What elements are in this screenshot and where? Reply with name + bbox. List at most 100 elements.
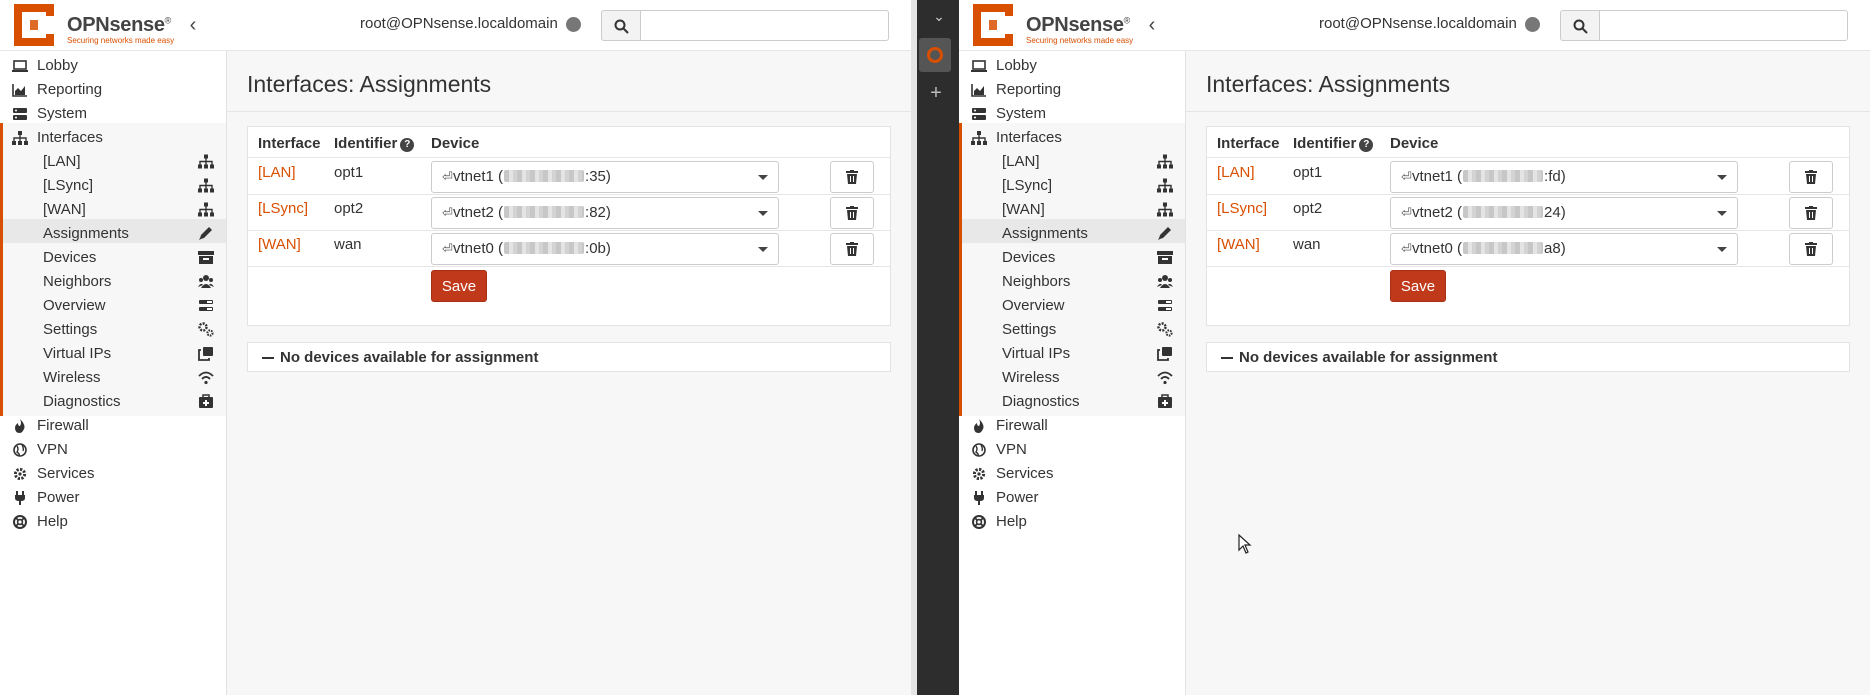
sitemap-icon [198, 154, 214, 169]
collapse-sidebar-chevron-icon[interactable]: ‹ [1143, 13, 1161, 37]
device-mac-tail: :0b) [585, 240, 611, 257]
row-divider [1207, 266, 1849, 267]
help-question-icon[interactable]: ? [1359, 138, 1374, 152]
delete-button-lsync[interactable] [1789, 197, 1833, 229]
delete-button-lsync[interactable] [830, 197, 874, 229]
interface-link-lan[interactable]: [LAN] [258, 164, 296, 181]
archive-icon [1157, 251, 1173, 264]
trash-icon [846, 206, 858, 220]
brand-tagline: Securing networks made easy [1026, 36, 1134, 45]
plug-icon: ⏎ [442, 241, 453, 256]
plug-icon [974, 491, 984, 505]
redacted-mac-address [1463, 242, 1544, 254]
collapse-sidebar-chevron-icon[interactable]: ‹ [184, 13, 202, 37]
help-question-icon[interactable]: ? [400, 138, 415, 152]
life-ring-icon [13, 515, 27, 529]
tasks-icon [199, 300, 213, 311]
redacted-mac-address [504, 170, 585, 182]
search-button[interactable] [1560, 10, 1600, 41]
caret-down-icon [758, 175, 768, 180]
cogs-icon [1157, 322, 1173, 337]
plug-icon: ⏎ [1401, 205, 1412, 220]
users-icon [198, 275, 214, 288]
pencil-icon [199, 227, 212, 240]
col-header-interface: Interface [1217, 135, 1280, 152]
assignments-table: Interface Identifier? Device [LAN] opt1 … [247, 126, 891, 326]
title-divider [1186, 111, 1870, 112]
tasks-icon [1158, 300, 1172, 311]
opnsense-logo[interactable]: OPNsense® Securing networks made easy [8, 2, 178, 48]
row-divider [1207, 194, 1849, 195]
plug-icon: ⏎ [442, 169, 453, 184]
new-tab-plus-icon[interactable]: + [925, 82, 947, 104]
interface-link-wan[interactable]: [WAN] [258, 236, 301, 253]
brand-tagline: Securing networks made easy [67, 36, 175, 45]
redacted-mac-address [504, 242, 585, 254]
interface-link-lsync[interactable]: [LSync] [1217, 200, 1267, 217]
chevron-down-icon[interactable]: ⌄ [928, 8, 950, 30]
cog-icon [972, 467, 986, 481]
clone-icon [1157, 347, 1172, 361]
device-name: vtnet0 ( [453, 240, 504, 257]
trash-icon [1805, 206, 1817, 220]
sidebar: Lobby Reporting System Interfaces [LAN] … [959, 51, 1186, 695]
server-icon [972, 108, 986, 120]
unassigned-devices-panel[interactable]: No devices available for assignment [247, 342, 891, 372]
life-ring-icon [972, 515, 986, 529]
search-icon [1573, 19, 1588, 34]
unassigned-devices-panel[interactable]: No devices available for assignment [1206, 342, 1850, 372]
device-select-lsync[interactable]: ⏎vtnet2 (24) [1390, 197, 1738, 229]
search-input[interactable] [1599, 10, 1848, 41]
users-icon [1157, 275, 1173, 288]
identifier-wan: wan [1293, 236, 1321, 253]
user-account-link[interactable]: root@OPNsense.localdomain [360, 15, 558, 32]
col-header-device: Device [431, 135, 480, 152]
opnsense-tab-icon[interactable] [919, 38, 951, 72]
mouse-cursor-icon [1238, 534, 1252, 554]
interface-link-lan[interactable]: [LAN] [1217, 164, 1255, 181]
opnsense-logo[interactable]: OPNsense® Securing networks made easy [967, 2, 1137, 48]
fire-icon [974, 419, 984, 433]
sitemap-icon [1157, 202, 1173, 217]
user-account-link[interactable]: root@OPNsense.localdomain [1319, 15, 1517, 32]
save-button[interactable]: Save [1390, 270, 1446, 302]
page-title: Interfaces: Assignments [247, 71, 492, 97]
nav-help[interactable]: Help [959, 507, 1185, 536]
device-mac-tail: :82) [585, 204, 611, 221]
nav-help[interactable]: Help [0, 507, 226, 536]
area-chart-icon [971, 84, 986, 97]
trash-icon [1805, 170, 1817, 184]
no-devices-message: No devices available for assignment [1239, 349, 1498, 366]
interface-link-wan[interactable]: [WAN] [1217, 236, 1260, 253]
laptop-icon [971, 60, 987, 72]
device-select-lan[interactable]: ⏎vtnet1 (:fd) [1390, 161, 1738, 193]
delete-button-wan[interactable] [1789, 233, 1833, 265]
delete-button-lan[interactable] [1789, 161, 1833, 193]
wifi-icon [198, 371, 214, 385]
pencil-icon [1158, 227, 1171, 240]
row-divider [1207, 230, 1849, 231]
plug-icon: ⏎ [1401, 169, 1412, 184]
status-dot-icon[interactable] [1525, 17, 1540, 32]
search-button[interactable] [601, 10, 641, 41]
wifi-icon [1157, 371, 1173, 385]
identifier-lan: opt1 [334, 164, 364, 181]
device-select-wan[interactable]: ⏎vtnet0 (a8) [1390, 233, 1738, 265]
interface-link-lsync[interactable]: [LSync] [258, 200, 308, 217]
archive-icon [198, 251, 214, 264]
device-select-lsync[interactable]: ⏎vtnet2 (:82) [431, 197, 779, 229]
plug-icon [15, 491, 25, 505]
delete-button-wan[interactable] [830, 233, 874, 265]
fire-icon [15, 419, 25, 433]
globe-icon [972, 443, 986, 457]
row-divider [248, 157, 890, 158]
col-header-interface: Interface [258, 135, 321, 152]
device-select-wan[interactable]: ⏎vtnet0 ( :0b) [431, 233, 779, 265]
status-dot-icon[interactable] [566, 17, 581, 32]
search-input[interactable] [640, 10, 889, 41]
device-select-lan[interactable]: ⏎vtnet1 (:35) [431, 161, 779, 193]
delete-button-lan[interactable] [830, 161, 874, 193]
save-button[interactable]: Save [431, 270, 487, 302]
col-header-identifier-text: Identifier [334, 135, 398, 152]
caret-down-icon [758, 247, 768, 252]
